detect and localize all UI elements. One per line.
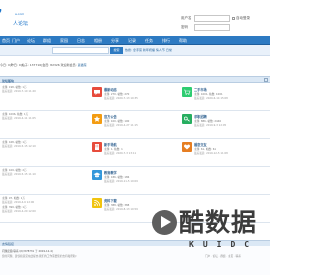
- password-label: 密码: [181, 25, 188, 29]
- password-input[interactable]: [194, 24, 230, 31]
- forum-cell[interactable]: 二手市场 主题: 1001, 帖数: 1001 最后发表: 2020-6-14 15…: [180, 84, 270, 111]
- site-header: 7 a.com 人论坛 用户名 自动登录 密码: [0, 0, 270, 36]
- nav-item-rank[interactable]: 排行: [162, 36, 170, 45]
- forum-last-post[interactable]: 最后发表: 2019-12-5 11:08: [194, 151, 228, 155]
- forum-cell[interactable]: 主题: 399, 帖数: 1万 最后发表: 2019-4-20 12:00: [0, 204, 90, 213]
- forum-cell[interactable]: 教育教学 主题: 186, 帖数: 186 最后发表: 2019-11-5 10:0…: [90, 167, 180, 195]
- collapse-toggle-icon[interactable]: [264, 78, 268, 82]
- forum-cell[interactable]: 主题: 198, 帖数: 1万 最后发表: 2019-7-10 11:20: [0, 84, 90, 111]
- nav-item-home-space[interactable]: 家园: [60, 36, 68, 45]
- remember-label: 自动登录: [236, 16, 250, 20]
- rss-icon[interactable]: [92, 198, 102, 208]
- forum-cell[interactable]: 主题: 168, 帖数: 1万 最后发表: 2019-5-15 12:10: [0, 139, 90, 167]
- forum-last-post[interactable]: 最后发表: 2019-4-11 11:05: [2, 116, 36, 120]
- forum-last-post[interactable]: 最后发表: 2019-9-3 12:05: [194, 123, 226, 127]
- search-bar: 搜索 热搜: 拿手菜 新年祝福 情人节 日常: [0, 45, 270, 56]
- watermark-subtext: KUIDC: [189, 240, 259, 249]
- remember-checkbox[interactable]: [232, 17, 235, 20]
- search-button[interactable]: 搜索: [110, 47, 123, 54]
- graduation-icon[interactable]: [92, 170, 102, 180]
- site-logo[interactable]: 7 a.com 人论坛: [0, 6, 44, 28]
- logo-tag: a.com: [15, 12, 25, 16]
- forum-cell[interactable]: 婚恋交友 主题: 61, 帖数: 61 最后发表: 2019-12-5 11:08: [180, 139, 270, 167]
- stats-text: 今日: 0|昨日: 0|帖子: 137716|会员: 82326: [0, 63, 60, 67]
- username-row: 用户名 自动登录: [181, 15, 270, 24]
- nav-item-blog[interactable]: 日志: [77, 36, 85, 45]
- feedback-desc: 您的问题、建议和意见在此提交,我们的工作需要您的支持和帮助!: [2, 255, 77, 258]
- chat-icon[interactable]: [92, 87, 102, 97]
- username-input[interactable]: [194, 15, 230, 22]
- nav-item-album[interactable]: 相册: [94, 36, 102, 45]
- forum-cell[interactable]: 主题: 1096, 帖数: 1万 最后发表: 2019-4-11 11:05: [0, 111, 90, 139]
- forum-cell[interactable]: 官方公告 主题: 100, 帖数: 100 最后发表: 2019-4-27 11:1…: [90, 111, 180, 139]
- forum-last-post[interactable]: 最后发表: 2020-7-13 10:35: [104, 96, 138, 100]
- logo-subtitle: 人论坛: [13, 21, 29, 27]
- nav-item-share[interactable]: 分享: [111, 36, 119, 45]
- newest-member-link[interactable]: 蓝猫菜: [78, 63, 87, 67]
- forum-last-post[interactable]: 最后发表: 2020-6-14 15:08: [194, 96, 228, 100]
- forum-cell[interactable]: 主题: 109, 帖数: 2万 最后发表: 2019-5-15 11:10: [0, 167, 90, 195]
- forum-last-post[interactable]: 最后发表: 2019-5-15 12:10: [2, 144, 36, 148]
- heart-icon[interactable]: [182, 142, 192, 152]
- watermark: 酷数据 KUIDC: [152, 207, 270, 255]
- section-title: 论坛版块: [2, 78, 15, 83]
- nav-item-record[interactable]: 记录: [128, 36, 136, 45]
- key-icon[interactable]: [182, 114, 192, 124]
- watermark-text: 酷数据: [179, 208, 258, 237]
- newest-member-label: 欢迎新会员:: [60, 63, 78, 67]
- nav-item-help[interactable]: 帮助: [179, 36, 187, 45]
- forum-last-post[interactable]: 最后发表: 2019-8-13 10:59: [104, 207, 138, 211]
- nav-item-group[interactable]: 群组: [43, 36, 51, 45]
- forum-last-post[interactable]: 最后发表: 2020-7-3 13:11: [104, 151, 136, 155]
- forum-last-post[interactable]: 最后发表: 2019-4-6 12:00: [2, 200, 34, 204]
- nav-item-forum[interactable]: 论坛: [27, 36, 35, 45]
- username-label: 用户名: [181, 16, 192, 20]
- feedback-title[interactable]: 问题反馈(联系 QQ 878731 于 2019-12-4): [2, 249, 53, 253]
- forum-section-header[interactable]: 论坛版块: [0, 76, 270, 83]
- hot-search-links[interactable]: 热搜: 拿手菜 新年祝福 情人节 日常: [125, 48, 172, 52]
- forum-last-post[interactable]: 最后发表: 2019-5-15 11:10: [2, 172, 36, 176]
- search-input[interactable]: [52, 47, 109, 54]
- forum-last-post[interactable]: 最后发表: 2019-11-5 10:09: [104, 179, 138, 183]
- password-row: 密码: [181, 24, 270, 33]
- forum-stats: 今日: 0|昨日: 0|帖子: 137716|会员: 82326 欢迎新会员: …: [0, 63, 87, 67]
- forum-cell[interactable]: 新手导航 主题: 1, 帖数: 1 最后发表: 2020-7-3 13:11: [90, 139, 180, 167]
- nav-item-home[interactable]: 首页: [2, 36, 10, 45]
- watermark-play-icon: [152, 210, 177, 235]
- forum-cell[interactable]: 求职招聘 主题: 886, 帖数: 2446 最后发表: 2019-9-3 12:0…: [180, 111, 270, 139]
- forum-cell[interactable]: 最新动态 主题: 270, 帖数: 270 最后发表: 2020-7-13 10:3…: [90, 84, 180, 111]
- nav-item-task[interactable]: 任务: [145, 36, 153, 45]
- forum-last-post[interactable]: 最后发表: 2019-4-20 12:00: [2, 209, 36, 213]
- main-nav: 首页 门户 论坛 群组 家园 日志 相册 分享 记录 任务 排行 帮助: [0, 36, 270, 45]
- forum-last-post[interactable]: 最后发表: 2019-4-27 11:15: [104, 123, 138, 127]
- cart-icon[interactable]: [182, 87, 192, 97]
- nav-item-portal[interactable]: 门户: [12, 36, 20, 45]
- star-icon[interactable]: [92, 114, 102, 124]
- forum-last-post[interactable]: 最后发表: 2019-7-10 11:20: [2, 89, 36, 93]
- login-panel: 用户名 自动登录 密码: [181, 15, 270, 33]
- building-icon[interactable]: [92, 142, 102, 152]
